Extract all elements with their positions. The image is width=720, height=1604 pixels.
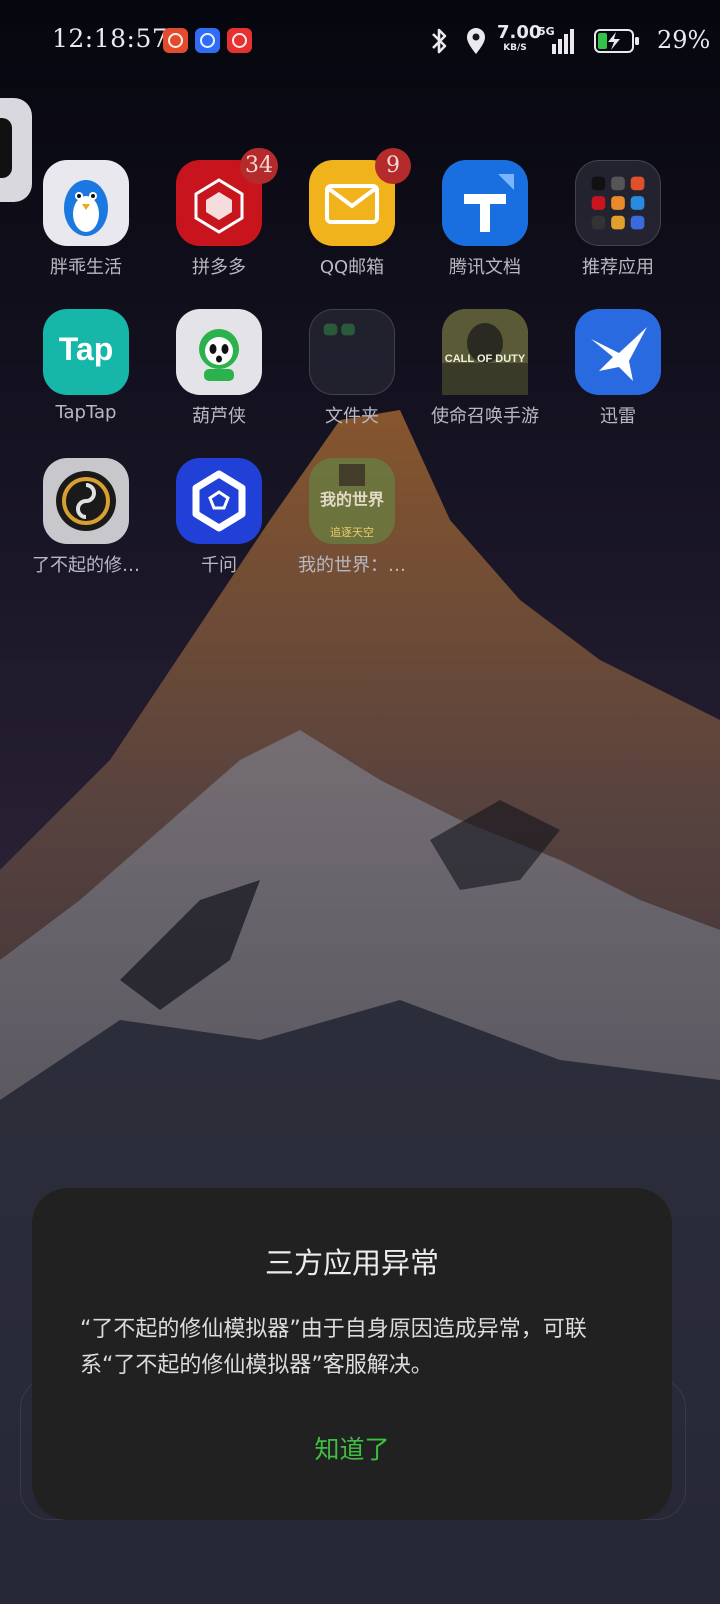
acknowledge-button[interactable]: 知道了	[32, 1430, 672, 1466]
app-pangguai[interactable]: 胖乖生活	[18, 160, 154, 279]
app-label: 迅雷	[600, 406, 636, 427]
bluetooth-icon	[432, 28, 447, 54]
battery-icon	[594, 29, 639, 53]
app-label: TapTap	[55, 402, 117, 423]
app-label: 我的世界：…	[298, 555, 406, 576]
app-qianwen[interactable]: 千问	[151, 458, 287, 577]
app-label: 文件夹	[325, 406, 379, 427]
mail-icon: 9	[309, 148, 411, 246]
taptap-logo-text: Tap	[58, 331, 114, 367]
pinduoduo-icon: 34	[176, 148, 278, 246]
status-bar: 12:18:57 7.00 KB/S 5G 29%	[0, 0, 720, 84]
taiji-icon	[43, 458, 129, 544]
app-huluxia[interactable]: 葫芦侠	[151, 309, 287, 428]
app-label: 葫芦侠	[192, 406, 246, 427]
app-taptap[interactable]: Tap TapTap	[18, 309, 154, 423]
tencent-docs-icon	[442, 160, 528, 246]
music-icon	[227, 28, 252, 53]
app-folder[interactable]: 文件夹	[284, 309, 420, 428]
app-qq-mail[interactable]: 9 QQ邮箱	[284, 148, 420, 279]
signal-icon	[552, 29, 574, 54]
app-label: 推荐应用	[582, 257, 654, 278]
app-alert-icon	[163, 28, 188, 53]
taptap-icon: Tap	[43, 309, 129, 395]
app-label: 了不起的修…	[32, 555, 140, 576]
folder-icon	[575, 160, 661, 246]
app-folder-recommended[interactable]: 推荐应用	[550, 160, 686, 279]
penguin-icon	[43, 160, 129, 246]
app-xunlei[interactable]: 迅雷	[550, 309, 686, 428]
location-icon	[467, 28, 485, 54]
network-speed-unit: KB/S	[503, 43, 527, 53]
app-tencent-docs[interactable]: 腾讯文档	[417, 160, 553, 279]
app-pinduoduo[interactable]: 34 拼多多	[151, 148, 287, 279]
dialog-title: 三方应用异常	[264, 1246, 439, 1280]
minecraft-subtitle-text: 追逐天空	[330, 526, 374, 539]
xunlei-bird-icon	[575, 309, 661, 395]
huluxia-icon	[176, 309, 262, 395]
battery-percent: 29%	[657, 26, 711, 54]
app-cultivation-simulator[interactable]: 了不起的修…	[18, 458, 154, 577]
app-label: 千问	[201, 555, 237, 576]
app-label: 使命召唤手游	[431, 406, 539, 427]
network-speed-value: 7.00	[497, 22, 542, 43]
call-of-duty-icon: CALL OF DUTY	[442, 309, 528, 395]
app-label: 腾讯文档	[449, 257, 521, 278]
clock: 12:18:57	[52, 24, 169, 53]
notification-badge: 34	[240, 148, 278, 184]
notification-badge: 9	[375, 148, 411, 184]
folder-icon	[309, 309, 395, 395]
minecraft-logo-text: 我的世界	[319, 490, 384, 509]
qianwen-icon	[176, 458, 262, 544]
minecraft-icon: 我的世界 追逐天空	[309, 458, 395, 544]
dialog-message: “了不起的修仙模拟器”由于自身原因造成异常，可联系“了不起的修仙模拟器”客服解决…	[80, 1317, 587, 1378]
app-error-dialog: 三方应用异常 “了不起的修仙模拟器”由于自身原因造成异常，可联系“了不起的修仙模…	[32, 1188, 672, 1520]
app-minecraft[interactable]: 我的世界 追逐天空 我的世界：…	[284, 458, 420, 577]
app-label: 胖乖生活	[50, 257, 122, 278]
cod-logo-text: CALL OF DUTY	[444, 353, 526, 365]
network-speed: 7.00 KB/S	[497, 22, 542, 53]
baidu-icon	[195, 28, 220, 53]
app-label: 拼多多	[192, 257, 246, 278]
app-call-of-duty[interactable]: CALL OF DUTY 使命召唤手游	[417, 309, 553, 428]
app-label: QQ邮箱	[319, 257, 385, 278]
